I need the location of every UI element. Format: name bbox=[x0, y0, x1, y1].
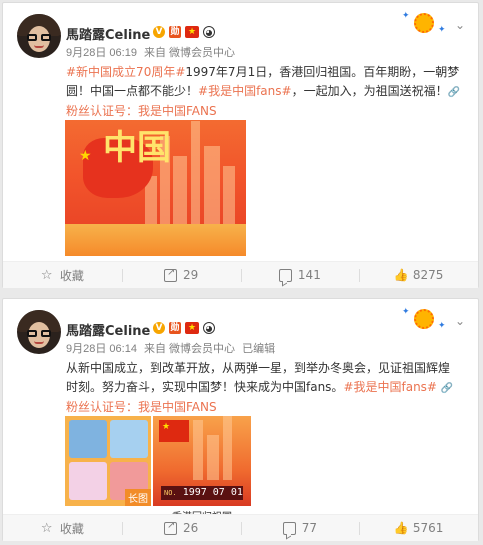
image-glyph: 中国 bbox=[103, 128, 171, 168]
like-count: 5761 bbox=[412, 521, 444, 535]
post-image[interactable]: 长图 bbox=[65, 416, 151, 506]
post-image[interactable]: ★ 中国 bbox=[65, 120, 246, 256]
post-text: #新中国成立70周年#1997年7月1日，香港回归祖国。百年期盼，一朝梦圆！中国… bbox=[66, 63, 461, 121]
edited-label: 已编辑 bbox=[242, 343, 276, 355]
hashtag[interactable]: #我是中国fans# bbox=[343, 380, 437, 394]
action-bar: ☆ 收藏 29 141 👍 8275 bbox=[3, 261, 478, 288]
medal-icon[interactable]: 勋 bbox=[169, 322, 181, 334]
star-icon: ☆ bbox=[40, 267, 53, 283]
fan-account-link[interactable]: 粉丝认证号：我是中国FANS bbox=[66, 400, 217, 414]
favorite-label: 收藏 bbox=[59, 521, 84, 536]
medal-icon[interactable]: 勋 bbox=[169, 26, 181, 38]
comment-button[interactable]: 77 bbox=[240, 515, 360, 541]
post-meta: 9月28日 06:14 来自 微博会员中心 已编辑 bbox=[66, 340, 279, 356]
user-badges: V 勋 ★ ◕ bbox=[153, 26, 215, 38]
like-button[interactable]: 👍 5761 bbox=[359, 515, 478, 541]
star-icon: ☆ bbox=[40, 520, 53, 536]
username[interactable]: 馬踏露Celine bbox=[66, 24, 150, 43]
comment-count: 77 bbox=[301, 521, 318, 535]
star-icon: ★ bbox=[162, 422, 171, 432]
weibo-post-card: 馬踏露Celine V 勋 ★ ◕ ✦ ✦ ⌄ 9月28日 06:19 来自 微… bbox=[2, 2, 479, 288]
panda-icon[interactable]: ◕ bbox=[203, 26, 215, 38]
post-text: 从新中国成立，到改革开放，从两弹一星，到举办冬奥会，见证祖国辉煌时刻。努力奋斗，… bbox=[66, 359, 461, 417]
vip-icon[interactable]: V bbox=[153, 322, 165, 334]
comment-count: 141 bbox=[297, 268, 321, 282]
post-image[interactable]: ★ NO. 1997 07 01 bbox=[153, 416, 251, 506]
link-icon[interactable]: 🔗 bbox=[448, 87, 460, 98]
long-image-tag: 长图 bbox=[125, 489, 151, 506]
flag-icon[interactable]: ★ bbox=[185, 322, 199, 334]
repost-button[interactable]: 26 bbox=[121, 515, 241, 541]
comment-icon bbox=[282, 521, 296, 535]
avatar[interactable] bbox=[17, 14, 61, 58]
post-source[interactable]: 来自 微博会员中心 bbox=[144, 47, 235, 59]
link-icon[interactable]: 🔗 bbox=[441, 383, 453, 394]
hashtag[interactable]: #我是中国fans# bbox=[198, 84, 292, 98]
repost-icon bbox=[163, 520, 177, 535]
username[interactable]: 馬踏露Celine bbox=[66, 320, 150, 339]
repost-button[interactable]: 29 bbox=[121, 262, 241, 288]
like-icon: 👍 bbox=[393, 267, 409, 282]
like-button[interactable]: 👍 8275 bbox=[359, 262, 478, 288]
text-body: ，一起加入，为祖国送祝福！ bbox=[291, 84, 448, 98]
like-count: 8275 bbox=[412, 268, 444, 282]
post-time[interactable]: 9月28日 06:14 bbox=[66, 343, 137, 355]
post-source[interactable]: 来自 微博会员中心 bbox=[144, 343, 235, 355]
hashtag[interactable]: #新中国成立70周年# bbox=[66, 65, 185, 79]
chevron-down-icon[interactable]: ⌄ bbox=[452, 17, 468, 33]
chevron-down-icon[interactable]: ⌄ bbox=[452, 313, 468, 329]
repost-count: 26 bbox=[182, 521, 199, 535]
sun-decoration-icon: ✦ ✦ bbox=[402, 11, 446, 35]
like-icon: 👍 bbox=[393, 520, 409, 535]
action-bar: ☆ 收藏 26 77 👍 5761 bbox=[3, 514, 478, 541]
star-icon: ★ bbox=[79, 148, 92, 164]
favorite-button[interactable]: ☆ 收藏 bbox=[3, 515, 122, 541]
repost-icon bbox=[163, 267, 177, 282]
weibo-post-card: 馬踏露Celine V 勋 ★ ◕ ✦ ✦ ⌄ 9月28日 06:14 来自 微… bbox=[2, 298, 479, 541]
favorite-label: 收藏 bbox=[59, 268, 84, 283]
comment-button[interactable]: 141 bbox=[240, 262, 360, 288]
flag-icon[interactable]: ★ bbox=[185, 26, 199, 38]
favorite-button[interactable]: ☆ 收藏 bbox=[3, 262, 122, 288]
avatar[interactable] bbox=[17, 310, 61, 354]
panda-icon[interactable]: ◕ bbox=[203, 322, 215, 334]
comment-icon bbox=[278, 268, 292, 282]
date-label: NO. 1997 07 01 bbox=[161, 486, 243, 500]
post-meta: 9月28日 06:19 来自 微博会员中心 bbox=[66, 44, 239, 60]
repost-count: 29 bbox=[182, 268, 199, 282]
fan-account-link[interactable]: 粉丝认证号：我是中国FANS bbox=[66, 104, 217, 118]
post-time[interactable]: 9月28日 06:19 bbox=[66, 47, 137, 59]
sun-decoration-icon: ✦ ✦ bbox=[402, 307, 446, 331]
user-badges: V 勋 ★ ◕ bbox=[153, 322, 215, 334]
vip-icon[interactable]: V bbox=[153, 26, 165, 38]
